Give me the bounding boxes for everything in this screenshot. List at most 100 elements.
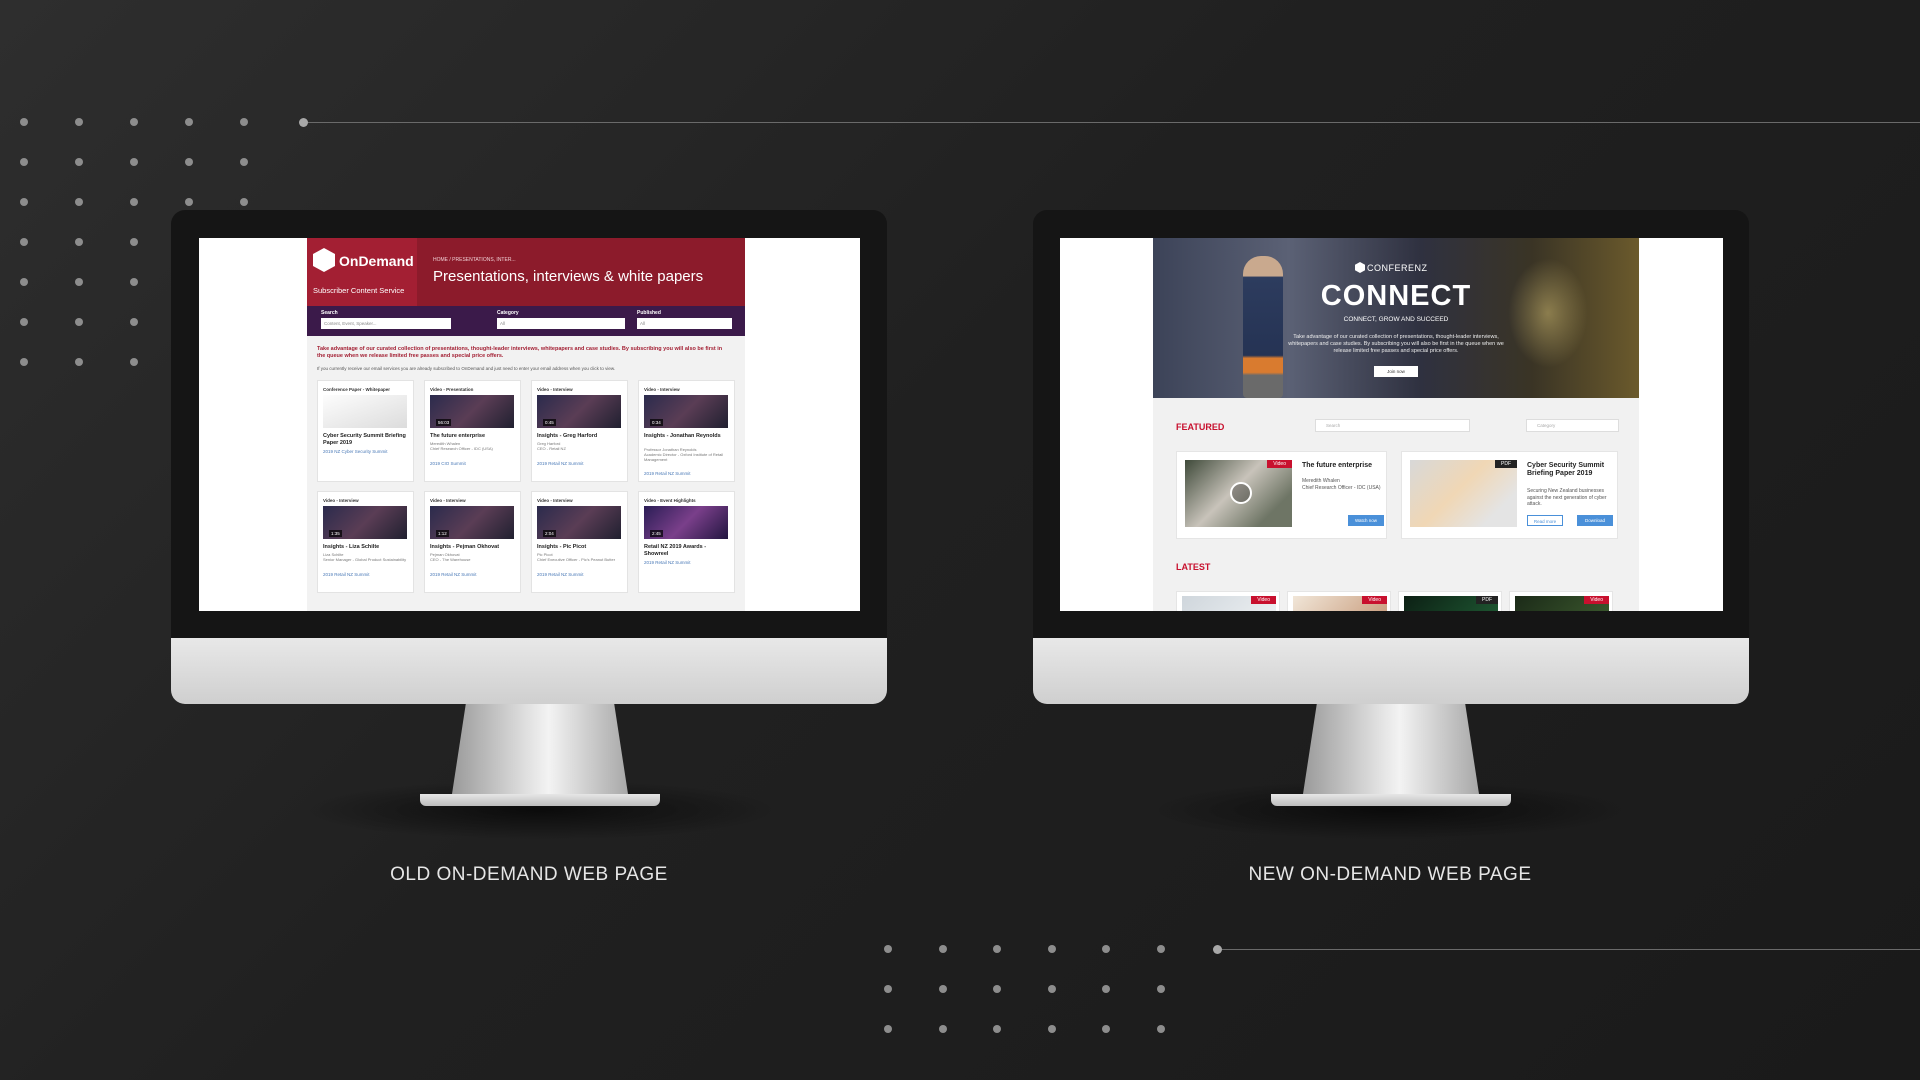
card-thumbnail[interactable]: 2:04 bbox=[537, 506, 621, 539]
page-title: Presentations, interviews & white papers bbox=[433, 268, 704, 285]
old-page-header: OnDemand Subscriber Content Service HOME… bbox=[307, 238, 745, 306]
search-input[interactable]: Content, Event, Speaker... bbox=[321, 318, 451, 329]
latest-thumbnail[interactable]: Video bbox=[1515, 596, 1609, 611]
monitor-stand bbox=[1303, 702, 1479, 794]
intro-note: If you currently receive our email servi… bbox=[317, 366, 616, 371]
card-title: Insights - Liza Schilte bbox=[323, 544, 380, 550]
latest-heading: LATEST bbox=[1176, 562, 1211, 572]
decorative-dot bbox=[75, 158, 83, 166]
monitor-foot bbox=[1271, 794, 1511, 806]
latest-thumbnail[interactable]: Video bbox=[1182, 596, 1276, 611]
card-type: Video - Interview bbox=[430, 498, 466, 503]
card-thumbnail[interactable]: 0:34 bbox=[644, 395, 728, 428]
play-icon[interactable] bbox=[1230, 482, 1252, 504]
featured-thumbnail: PDF bbox=[1410, 460, 1517, 527]
card-type: Video - Event Highlights bbox=[644, 498, 696, 503]
decorative-dot bbox=[240, 198, 248, 206]
card-thumbnail[interactable]: 1:35 bbox=[323, 506, 407, 539]
category-select[interactable]: All bbox=[497, 318, 625, 329]
category-label: Category bbox=[497, 310, 519, 316]
card-event-link[interactable]: 2019 Retail NZ Summit bbox=[644, 560, 730, 565]
category-select[interactable]: Category bbox=[1526, 419, 1619, 432]
content-card[interactable]: Video - Interview 0:34 Insights - Jonathan… bbox=[638, 380, 735, 482]
card-event-link[interactable]: 2019 Retail NZ Summit bbox=[323, 572, 409, 577]
content-card[interactable]: Video - Interview 1:12 Insights - Pejman O… bbox=[424, 491, 521, 593]
latest-thumbnail[interactable]: Video bbox=[1293, 596, 1387, 611]
hero-title: CONNECT bbox=[1320, 280, 1472, 312]
hero-banner: CONFERENZ CONNECT CONNECT, GROW AND SUCC… bbox=[1153, 238, 1639, 398]
decorative-dot bbox=[20, 358, 28, 366]
featured-title: Cyber Security Summit Briefing Paper 201… bbox=[1527, 462, 1605, 477]
search-label: Search bbox=[321, 310, 338, 316]
decorative-dot bbox=[1047, 945, 1056, 953]
decorative-dot bbox=[938, 985, 947, 993]
decorative-dot bbox=[884, 1025, 892, 1033]
content-card[interactable]: Video - Interview 2:04 Insights - Pic Pico… bbox=[531, 491, 628, 593]
caption-new: NEW ON-DEMAND WEB PAGE bbox=[1248, 864, 1532, 885]
decorative-dot bbox=[1156, 945, 1165, 953]
latest-badge: PDF bbox=[1476, 596, 1498, 604]
content-card[interactable]: Video - Interview 1:35 Insights - Liza Sch… bbox=[317, 491, 414, 593]
watch-now-button[interactable]: Watch now bbox=[1348, 515, 1384, 526]
card-title: Retail NZ 2019 Awards - Showreel bbox=[644, 544, 707, 557]
decorative-dot bbox=[185, 118, 193, 126]
card-title: The future enterprise bbox=[430, 433, 486, 439]
decorative-dot bbox=[130, 238, 138, 246]
card-thumbnail[interactable]: 56:03 bbox=[430, 395, 514, 428]
card-event-link[interactable]: 2019 NZ Cyber Security Summit bbox=[323, 449, 409, 454]
decorative-dot bbox=[130, 198, 138, 206]
duration-badge: 56:03 bbox=[436, 419, 452, 426]
new-page: CONFERENZ CONNECT CONNECT, GROW AND SUCC… bbox=[1153, 238, 1639, 611]
decorative-dot bbox=[993, 985, 1001, 993]
content-card[interactable]: Video - Interview 0:45 Insights - Greg Har… bbox=[531, 380, 628, 482]
latest-badge: Video bbox=[1362, 596, 1387, 604]
duration-badge: 0:45 bbox=[543, 419, 556, 426]
content-card[interactable]: Video - Presentation 56:03 The future ente… bbox=[424, 380, 521, 482]
latest-card[interactable]: Video bbox=[1176, 591, 1280, 611]
decorative-dot bbox=[130, 158, 138, 166]
duration-badge: 1:12 bbox=[436, 530, 449, 537]
decorative-dot bbox=[185, 198, 193, 206]
card-event-link[interactable]: 2019 Retail NZ Summit bbox=[644, 471, 730, 476]
featured-card-pdf[interactable]: PDF Cyber Security Summit Briefing Paper… bbox=[1401, 451, 1618, 539]
card-thumbnail[interactable]: 2:45 bbox=[644, 506, 728, 539]
join-now-button[interactable]: Join now bbox=[1374, 366, 1418, 377]
latest-card[interactable]: Video bbox=[1509, 591, 1613, 611]
decorative-dot bbox=[130, 118, 138, 126]
search-input[interactable]: Search bbox=[1315, 419, 1470, 432]
content-card[interactable]: Conference Paper - Whitepaper Cyber Secur… bbox=[317, 380, 414, 482]
decorative-line-dot-bottom bbox=[1213, 945, 1222, 954]
logo-name: OnDemand bbox=[339, 253, 414, 269]
card-event-link[interactable]: 2019 CIO Summit bbox=[430, 461, 516, 466]
read-more-button[interactable]: Read more bbox=[1527, 515, 1563, 526]
published-select[interactable]: All bbox=[637, 318, 732, 329]
breadcrumb[interactable]: HOME / PRESENTATIONS, INTER... bbox=[433, 257, 516, 263]
card-thumbnail[interactable]: 0:45 bbox=[537, 395, 621, 428]
latest-thumbnail[interactable]: PDF bbox=[1404, 596, 1498, 611]
decorative-dot bbox=[1047, 1025, 1056, 1033]
monitor-chin bbox=[1033, 638, 1749, 704]
content-card[interactable]: Video - Event Highlights 2:45 Retail NZ 20… bbox=[638, 491, 735, 593]
featured-meta: Meredith Whalen Chief Research Officer -… bbox=[1302, 478, 1381, 491]
monitor-chin bbox=[171, 638, 887, 704]
card-event-link[interactable]: 2019 Retail NZ Summit bbox=[430, 572, 516, 577]
logo-subtitle: Subscriber Content Service bbox=[313, 286, 405, 295]
card-thumbnail[interactable] bbox=[323, 395, 407, 428]
ondemand-logo[interactable]: OnDemand Subscriber Content Service bbox=[307, 238, 417, 306]
decorative-dot bbox=[993, 1025, 1001, 1033]
card-event-link[interactable]: 2019 Retail NZ Summit bbox=[537, 572, 623, 577]
download-button[interactable]: Download bbox=[1577, 515, 1613, 526]
card-event-link[interactable]: 2019 Retail NZ Summit bbox=[537, 461, 623, 466]
intro-text: Take advantage of our curated collection… bbox=[317, 346, 723, 359]
card-meta: Liza Schilte Senior Manager - Global Pro… bbox=[323, 552, 407, 562]
featured-card-video[interactable]: Video The future enterprise Meredith Wha… bbox=[1176, 451, 1387, 539]
card-thumbnail[interactable]: 1:12 bbox=[430, 506, 514, 539]
latest-card[interactable]: PDF bbox=[1398, 591, 1502, 611]
decorative-dot bbox=[1102, 945, 1110, 953]
featured-meta: Securing New Zealand businesses against … bbox=[1527, 488, 1607, 507]
latest-card[interactable]: Video bbox=[1287, 591, 1391, 611]
decorative-dot bbox=[1156, 1025, 1165, 1033]
latest-badge: Video bbox=[1584, 596, 1609, 604]
decorative-dot bbox=[130, 278, 138, 286]
decorative-line-top bbox=[304, 122, 1920, 123]
